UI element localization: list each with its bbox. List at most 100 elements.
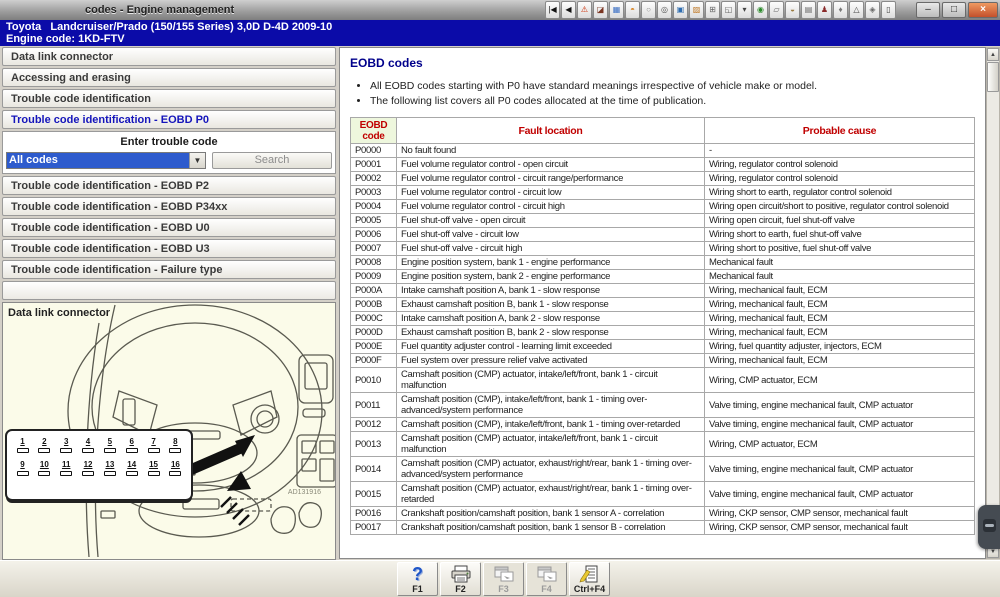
bullet-item: The following list covers all P0 codes a… [370,95,985,107]
grid-icon[interactable]: ⊞ [705,1,720,19]
gauge-icon[interactable]: ◎ [657,1,672,19]
function-button-label: F1 [412,584,423,594]
cell-fault: Fuel system over pressure relief valve a… [397,354,705,368]
table-row: P0003Fuel volume regulator control - cir… [351,186,975,200]
cell-fault: Crankshaft position/camshaft position, b… [397,507,705,521]
sidebar-item[interactable]: Accessing and erasing [2,68,336,87]
sketch-icon[interactable]: ○ [641,1,656,19]
cell-cause: Valve timing, engine mechanical fault, C… [705,457,975,482]
pin-number: 4 [79,437,98,446]
function-button-ctrl-f4[interactable]: Ctrl+F4 [569,562,610,596]
vehicle-model: Toyota Landcruiser/Prado (150/155 Series… [6,21,1000,33]
sidebar-item[interactable]: Trouble code identification [2,89,336,108]
car-icon[interactable]: ▱ [769,1,784,19]
tools-icon[interactable]: ◈ [865,1,880,19]
parts-icon[interactable]: ◒ [785,1,800,19]
hazard-icon[interactable]: △ [849,1,864,19]
cell-cause: Wiring, mechanical fault, ECM [705,298,975,312]
scrollbar-thumb[interactable] [987,62,999,92]
search-button[interactable]: Search [212,152,332,169]
chevron-down-icon[interactable] [189,153,205,168]
cell-code: P000E [351,340,397,354]
pin-15: 15 [144,460,163,476]
vertical-scrollbar[interactable] [986,47,1000,559]
figure-reference: AD131916 [288,489,321,496]
cell-cause: Wiring short to earth, regulator control… [705,186,975,200]
cell-cause: Wiring, mechanical fault, ECM [705,312,975,326]
dropdown-icon[interactable]: ▾ [737,1,752,19]
function-button-f1[interactable]: ?F1 [397,562,438,596]
column-header-code: EOBD code [351,118,397,144]
pin-number: 3 [57,437,76,446]
cell-code: P000B [351,298,397,312]
codes-table-body: P0000No fault found-P0001Fuel volume reg… [351,144,975,535]
sidebar-item-active[interactable]: Trouble code identification - EOBD P0 [2,110,336,129]
maximize-button[interactable] [942,2,966,18]
cell-fault: Fuel shut-off valve - circuit low [397,228,705,242]
pin-slot [17,448,29,453]
table-row: P000EFuel quantity adjuster control - le… [351,340,975,354]
pin-number: 7 [144,437,163,446]
pin-14: 14 [122,460,141,476]
cell-cause: Wiring, CMP actuator, ECM [705,368,975,393]
photo-icon[interactable]: ▨ [689,1,704,19]
pin-number: 12 [79,460,98,469]
cell-code: P0003 [351,186,397,200]
table-row: P0006Fuel shut-off valve - circuit lowWi… [351,228,975,242]
cell-cause: Wiring, CKP sensor, CMP sensor, mechanic… [705,507,975,521]
pin-number: 11 [57,460,76,469]
function-button-f3: F3 [483,562,524,596]
battery-icon[interactable]: ▯ [881,1,896,19]
minimize-button[interactable] [916,2,940,18]
cell-cause: Wiring short to earth, fuel shut-off val… [705,228,975,242]
bullet-item: All EOBD codes starting with P0 have sta… [370,80,985,92]
warning-icon[interactable]: ⚠ [577,1,592,19]
function-button-label: F3 [498,584,509,594]
pin-number: 8 [166,437,185,446]
back-icon[interactable]: ◀ [561,1,576,19]
diagram-title: Data link connector [8,307,110,319]
exit-door-icon[interactable]: ◪ [593,1,608,19]
expand-icon[interactable]: ◱ [721,1,736,19]
sidebar-item[interactable]: Data link connector [2,47,336,66]
sidebar-item[interactable]: Trouble code identification - EOBD U3 [2,239,336,258]
cell-cause: Mechanical fault [705,256,975,270]
monitor-icon[interactable]: ▣ [673,1,688,19]
sidebar-item[interactable]: Trouble code identification - Failure ty… [2,260,336,279]
window-titlebar: codes - Engine management |◀◀⚠◪▦◓○◎▣▨⊞◱▾… [0,0,1000,20]
driver-icon[interactable]: ♟ [817,1,832,19]
pin-slot [60,448,72,453]
cell-fault: Engine position system, bank 1 - engine … [397,256,705,270]
screen-icon[interactable]: ▦ [609,1,624,19]
pin-12: 12 [79,460,98,476]
globe-icon[interactable]: ◓ [625,1,640,19]
vehicle-header: Toyota Landcruiser/Prado (150/155 Series… [0,20,1000,46]
pin-11: 11 [57,460,76,476]
code-dropdown[interactable]: All codes [6,152,206,169]
overlay-panel-tab[interactable] [978,505,1000,549]
traffic-light-icon[interactable]: ◉ [753,1,768,19]
scroll-up-icon[interactable] [987,48,999,61]
engine-icon[interactable]: ▤ [801,1,816,19]
function-button-label: F4 [541,584,552,594]
table-row: P0004Fuel volume regulator control - cir… [351,200,975,214]
bolt-icon[interactable]: ♦ [833,1,848,19]
table-row: P0015Camshaft position (CMP) actuator, e… [351,482,975,507]
sidebar-item[interactable]: Trouble code identification - EOBD U0 [2,218,336,237]
function-button-f2[interactable]: F2 [440,562,481,596]
cell-code: P0010 [351,368,397,393]
cell-fault: Fuel volume regulator control - circuit … [397,172,705,186]
table-row: P0005Fuel shut-off valve - open circuitW… [351,214,975,228]
cell-code: P000D [351,326,397,340]
pin-number: 10 [35,460,54,469]
sidebar-item[interactable]: Trouble code identification - EOBD P2 [2,176,336,195]
column-header-cause: Probable cause [705,118,975,144]
table-row: P000AIntake camshaft position A, bank 1 … [351,284,975,298]
close-button[interactable] [968,2,998,18]
pin-number: 2 [35,437,54,446]
cell-code: P0009 [351,270,397,284]
sidebar-item[interactable]: Trouble code identification - EOBD P34xx [2,197,336,216]
pin-number: 1 [13,437,32,446]
first-page-icon[interactable]: |◀ [545,1,560,19]
edit-notes-icon [579,565,601,583]
